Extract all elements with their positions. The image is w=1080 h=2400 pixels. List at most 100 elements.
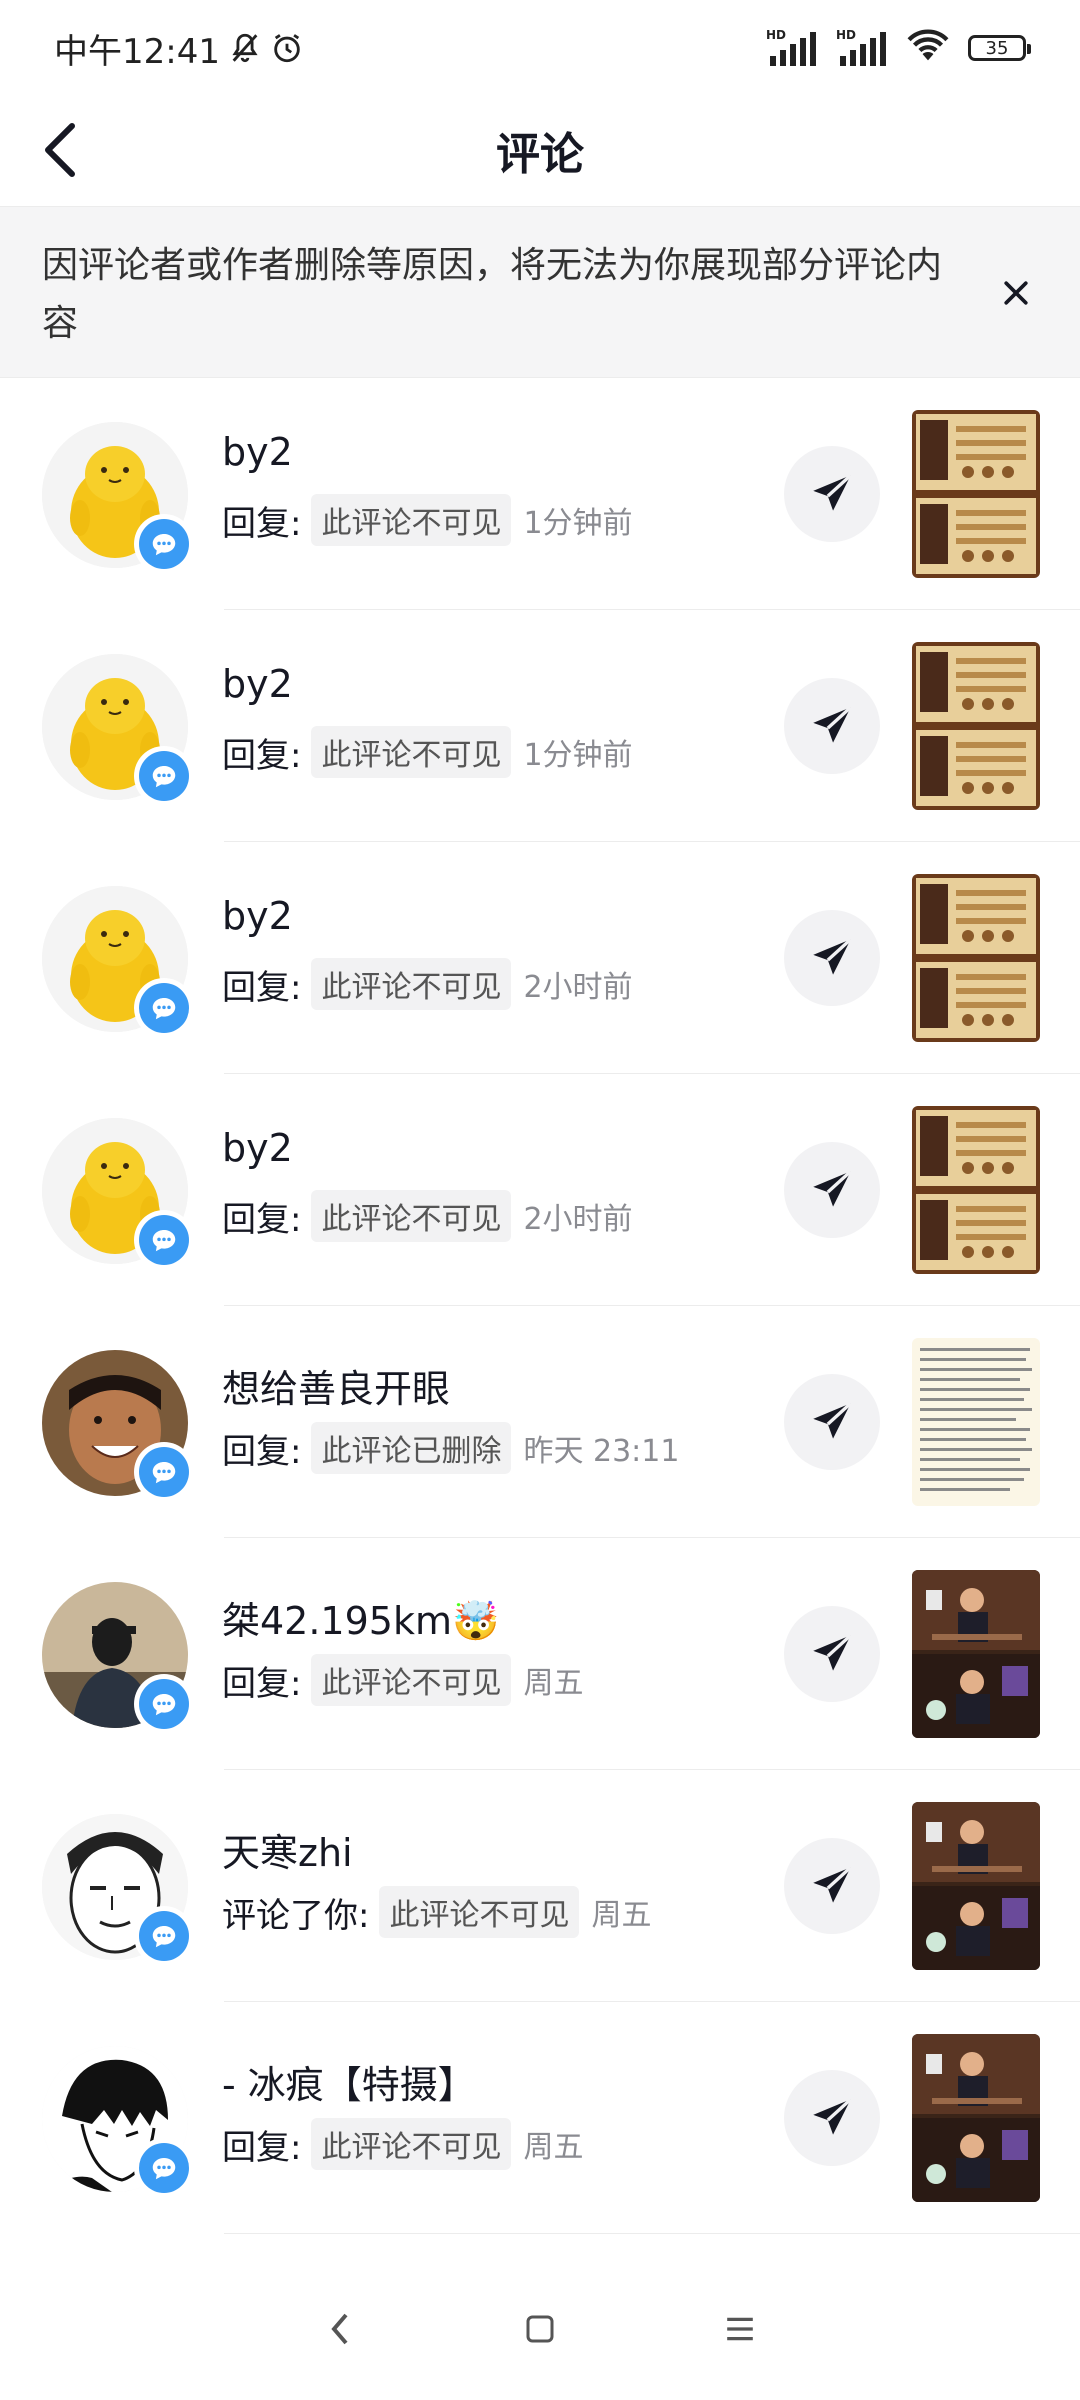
reply-line: 回复: 此评论不可见 2小时前 [222, 1190, 633, 1242]
comment-status: 此评论已删除 [311, 1422, 512, 1474]
send-icon [813, 706, 852, 743]
signal-icon-2: HD [836, 28, 888, 68]
send-icon [813, 1170, 852, 1207]
notification-list: by2 回复: 此评论不可见 1分钟前 by2 回复: 此评论不可见 1分钟前 [0, 378, 1080, 2234]
comment-badge [134, 514, 194, 574]
timestamp: 周五 [523, 1666, 584, 1701]
alarm-clock-icon [270, 31, 304, 65]
signal-icon: HD [766, 28, 818, 68]
reply-line: 回复: 此评论不可见 1分钟前 [222, 726, 633, 778]
action-label: 回复: [222, 503, 302, 544]
action-label: 回复: [222, 1431, 302, 1472]
share-button[interactable] [784, 2070, 880, 2166]
chevron-left-icon [45, 123, 75, 177]
share-button[interactable] [784, 1838, 880, 1934]
notification-row[interactable]: 想给善良开眼 回复: 此评论已删除 昨天 23:11 [0, 1306, 1080, 1538]
video-thumbnail[interactable] [912, 1802, 1040, 1970]
comment-badge [134, 2138, 194, 2198]
share-button[interactable] [784, 678, 880, 774]
nav-back-icon [331, 2313, 348, 2345]
share-button[interactable] [784, 910, 880, 1006]
user-name[interactable]: by2 [222, 1126, 293, 1170]
system-nav-bar [0, 2258, 1080, 2400]
comment-badge [134, 1442, 194, 1502]
wifi-icon [906, 28, 950, 68]
battery-level: 35 [985, 37, 1009, 59]
notification-row[interactable]: - 冰痕【特摄】 回复: 此评论不可见 周五 [0, 2002, 1080, 2234]
user-name[interactable]: 桀42.195km🤯 [222, 1590, 499, 1645]
status-right: HD HD 35 [766, 28, 1031, 68]
share-button[interactable] [784, 1142, 880, 1238]
timestamp: 昨天 23:11 [523, 1434, 680, 1469]
comment-status: 此评论不可见 [311, 494, 512, 546]
chat-bubble-icon [139, 1911, 189, 1961]
video-thumbnail[interactable] [912, 410, 1040, 578]
notice-banner: 因评论者或作者删除等原因，将无法为你展现部分评论内容 [0, 206, 1080, 378]
send-icon [813, 1402, 852, 1439]
timestamp: 2小时前 [523, 970, 633, 1005]
share-button[interactable] [784, 1374, 880, 1470]
notification-row[interactable]: by2 回复: 此评论不可见 2小时前 [0, 1074, 1080, 1306]
timestamp: 2小时前 [523, 1202, 633, 1237]
comment-status: 此评论不可见 [311, 726, 512, 778]
nav-menu-button[interactable] [710, 2299, 770, 2359]
action-label: 回复: [222, 735, 302, 776]
share-button[interactable] [784, 1606, 880, 1702]
status-left: 中午12:41 [54, 24, 304, 73]
notice-text: 因评论者或作者删除等原因，将无法为你展现部分评论内容 [42, 245, 943, 344]
user-name[interactable]: 想给善良开眼 [222, 1358, 450, 1413]
header: 评论 [0, 96, 1080, 204]
video-thumbnail[interactable] [912, 1570, 1040, 1738]
chat-bubble-icon [139, 1679, 189, 1729]
notification-row[interactable]: by2 回复: 此评论不可见 1分钟前 [0, 610, 1080, 842]
reply-line: 回复: 此评论已删除 昨天 23:11 [222, 1422, 679, 1474]
comment-status: 此评论不可见 [311, 1190, 512, 1242]
send-icon [813, 2098, 852, 2135]
close-button[interactable] [992, 269, 1040, 317]
back-button[interactable] [28, 118, 92, 182]
video-thumbnail[interactable] [912, 1106, 1040, 1274]
chat-bubble-icon [139, 519, 189, 569]
notification-row[interactable]: by2 回复: 此评论不可见 2小时前 [0, 842, 1080, 1074]
send-icon [813, 938, 852, 975]
timestamp: 周五 [523, 2130, 584, 2165]
battery-icon: 35 [968, 35, 1031, 61]
reply-line: 评论了你: 此评论不可见 周五 [222, 1886, 651, 1938]
nav-home-button[interactable] [510, 2299, 570, 2359]
video-thumbnail[interactable] [912, 874, 1040, 1042]
divider [224, 2233, 1080, 2234]
send-icon [813, 1634, 852, 1671]
user-name[interactable]: by2 [222, 894, 293, 938]
nav-home-icon [526, 2315, 554, 2343]
action-label: 评论了你: [222, 1895, 370, 1936]
notification-row[interactable]: by2 回复: 此评论不可见 1分钟前 [0, 378, 1080, 610]
user-name[interactable]: by2 [222, 430, 293, 474]
chat-bubble-icon [139, 1447, 189, 1497]
comment-status: 此评论不可见 [311, 1654, 512, 1706]
share-button[interactable] [784, 446, 880, 542]
reply-line: 回复: 此评论不可见 2小时前 [222, 958, 633, 1010]
notification-row[interactable]: 桀42.195km🤯 回复: 此评论不可见 周五 [0, 1538, 1080, 1770]
notification-row[interactable]: 天寒zhi 评论了你: 此评论不可见 周五 [0, 1770, 1080, 2002]
comment-status: 此评论不可见 [311, 958, 512, 1010]
status-bar: 中午12:41 HD HD 35 [0, 0, 1080, 96]
video-thumbnail[interactable] [912, 1338, 1040, 1506]
comment-badge [134, 746, 194, 806]
page-title: 评论 [496, 129, 584, 180]
user-name[interactable]: 天寒zhi [222, 1822, 353, 1877]
status-time: 中午12:41 [54, 31, 220, 72]
nav-back-button[interactable] [310, 2299, 370, 2359]
nav-menu-icon [727, 2317, 753, 2341]
send-icon [813, 474, 852, 511]
video-thumbnail[interactable] [912, 642, 1040, 810]
user-name[interactable]: - 冰痕【特摄】 [222, 2054, 476, 2109]
chat-bubble-icon [139, 2143, 189, 2193]
timestamp: 1分钟前 [523, 506, 633, 541]
reply-line: 回复: 此评论不可见 周五 [222, 1654, 583, 1706]
user-name[interactable]: by2 [222, 662, 293, 706]
action-label: 回复: [222, 1663, 302, 1704]
timestamp: 1分钟前 [523, 738, 633, 773]
comment-status: 此评论不可见 [379, 1886, 580, 1938]
reply-line: 回复: 此评论不可见 1分钟前 [222, 494, 633, 546]
video-thumbnail[interactable] [912, 2034, 1040, 2202]
